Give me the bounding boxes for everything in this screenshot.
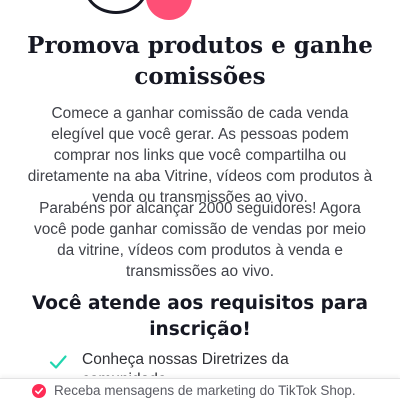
- congrats-paragraph: Parabéns por alcançar 2000 seguidores! A…: [34, 200, 366, 280]
- hero-shape-dark: [84, 0, 148, 14]
- checkmark-icon: [35, 387, 44, 395]
- intro-paragraph: Comece a ganhar comissão de cada venda e…: [27, 105, 373, 206]
- page-title: Promova produtos e ganhe comissões: [27, 32, 373, 90]
- requirements-title: Você atende aos requisitos para inscriçã…: [31, 293, 368, 340]
- hero-shape-pink: [146, 0, 192, 20]
- marketing-opt-in-bar: Receba mensagens de marketing do TikTok …: [0, 378, 400, 401]
- marketing-opt-in-label[interactable]: Receba mensagens de marketing do TikTok …: [54, 382, 394, 399]
- requirement-label: Conheça nossas Diretrizes da comunidade: [82, 351, 289, 376]
- check-icon: [48, 352, 68, 372]
- hero-illustration: [0, 0, 400, 30]
- requirement-item: Conheça nossas Diretrizes da comunidade: [44, 350, 374, 376]
- marketing-opt-in-checkbox[interactable]: [32, 384, 46, 398]
